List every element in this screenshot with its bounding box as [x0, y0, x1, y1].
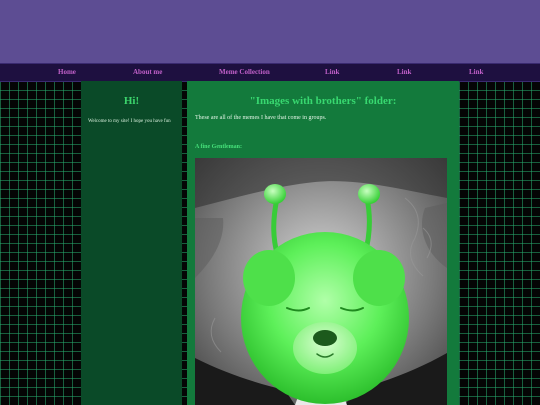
sidebar-heading: Hi!	[123, 95, 140, 107]
nav-link-2[interactable]: Link	[397, 68, 411, 76]
nav-link-3[interactable]: Link	[469, 68, 483, 76]
nav-link-about-me[interactable]: About me	[133, 68, 162, 76]
meme-image	[195, 158, 447, 405]
nav-link-meme-collection[interactable]: Meme Collection	[219, 68, 270, 76]
header-banner	[0, 0, 540, 63]
main-content: "Images with brothers" folder: These are…	[187, 81, 459, 405]
nav-bar: Home About me Meme Collection Link Link …	[0, 63, 540, 82]
sidebar-welcome-text: Welcome to my site! I hope you have fun	[88, 119, 171, 124]
meme-title: A fine Gentleman:	[195, 144, 242, 150]
sidebar: Hi! Welcome to my site! I hope you have …	[81, 81, 182, 405]
page-title: "Images with brothers" folder:	[249, 95, 397, 107]
nav-link-home[interactable]: Home	[58, 68, 76, 76]
nav-link-1[interactable]: Link	[325, 68, 339, 76]
intro-text: These are all of the memes I have that c…	[195, 115, 327, 121]
